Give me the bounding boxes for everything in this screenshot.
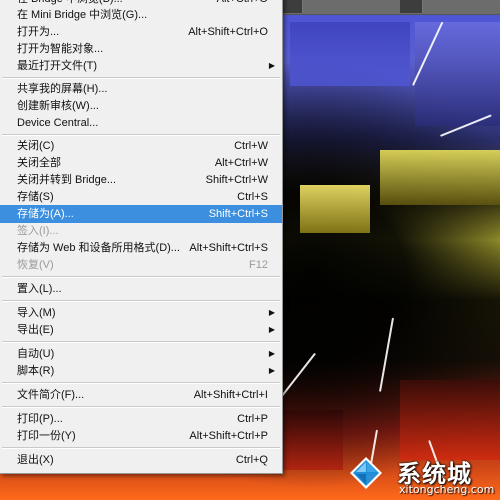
menu-separator xyxy=(2,447,280,449)
menu-separator xyxy=(2,134,280,136)
menu-item-import[interactable]: 导入(M) ▶ xyxy=(0,304,282,322)
submenu-arrow-icon: ▶ xyxy=(268,349,275,358)
canvas-red-block xyxy=(400,380,500,460)
menu-item-open-as-smart-object[interactable]: 打开为智能对象... xyxy=(0,40,282,58)
menu-separator xyxy=(2,300,280,302)
document-tab-strip xyxy=(280,0,500,15)
canvas-red-block-left xyxy=(283,410,343,470)
submenu-arrow-icon: ▶ xyxy=(268,325,275,334)
canvas-yellow-block xyxy=(300,185,370,233)
watermark-logo-icon xyxy=(350,457,382,489)
menu-separator xyxy=(2,406,280,408)
light-ray xyxy=(379,317,394,392)
canvas-yellow-block-right xyxy=(380,150,500,205)
menu-item-close[interactable]: 关闭(C) Ctrl+W xyxy=(0,137,282,155)
document-tab[interactable] xyxy=(400,0,423,13)
menu-item-print-one-copy[interactable]: 打印一份(Y) Alt+Shift+Ctrl+P xyxy=(0,427,282,445)
menu-item-save-as[interactable]: 存储为(A)... Shift+Ctrl+S xyxy=(0,205,282,223)
menu-item-save[interactable]: 存储(S) Ctrl+S xyxy=(0,188,282,206)
menu-item-close-and-go-to-bridge[interactable]: 关闭并转到 Bridge... Shift+Ctrl+W xyxy=(0,171,282,189)
menu-item-create-new-review[interactable]: 创建新审核(W)... xyxy=(0,97,282,115)
menu-item-open-as[interactable]: 打开为... Alt+Shift+Ctrl+O xyxy=(0,23,282,41)
menu-item-export[interactable]: 导出(E) ▶ xyxy=(0,321,282,339)
menu-item-scripts[interactable]: 脚本(R) ▶ xyxy=(0,362,282,380)
menu-item-automate[interactable]: 自动(U) ▶ xyxy=(0,345,282,363)
menu-separator xyxy=(2,341,280,343)
submenu-arrow-icon: ▶ xyxy=(268,61,275,70)
menu-item-save-for-web[interactable]: 存储为 Web 和设备所用格式(D)... Alt+Shift+Ctrl+S xyxy=(0,239,282,257)
menu-item-check-in: 签入(I)... xyxy=(17,225,59,237)
menu-separator xyxy=(2,276,280,278)
watermark: 系统城 xitongcheng.com xyxy=(345,452,495,498)
submenu-arrow-icon: ▶ xyxy=(268,308,275,317)
menu-item-share-my-screen[interactable]: 共享我的屏幕(H)... xyxy=(0,80,282,98)
menu-item-file-info[interactable]: 文件简介(F)... Alt+Shift+Ctrl+I xyxy=(0,386,282,404)
submenu-arrow-icon: ▶ xyxy=(268,366,275,375)
file-menu: 在 Bridge 中浏览(B)... Alt+Ctrl+O 在 Mini Bri… xyxy=(0,0,283,474)
light-ray xyxy=(277,353,316,402)
menu-separator xyxy=(2,382,280,384)
canvas-blue-block-right xyxy=(415,22,500,126)
menu-item-revert: 恢复(V) F12 xyxy=(17,259,268,271)
watermark-url: xitongcheng.com xyxy=(399,483,495,496)
menu-item-print[interactable]: 打印(P)... Ctrl+P xyxy=(0,410,282,428)
canvas-blue-block xyxy=(290,22,410,86)
menu-item-exit[interactable]: 退出(X) Ctrl+Q xyxy=(0,451,282,469)
document-tab[interactable] xyxy=(280,0,303,13)
menu-item-browse-in-mini-bridge[interactable]: 在 Mini Bridge 中浏览(G)... xyxy=(0,6,282,24)
menu-item-close-all[interactable]: 关闭全部 Alt+Ctrl+W xyxy=(0,154,282,172)
menu-separator xyxy=(2,77,280,79)
menu-item-open-recent[interactable]: 最近打开文件(T) ▶ xyxy=(0,57,282,75)
menu-item-device-central[interactable]: Device Central... xyxy=(0,114,282,132)
menu-item-place[interactable]: 置入(L)... xyxy=(0,280,282,298)
